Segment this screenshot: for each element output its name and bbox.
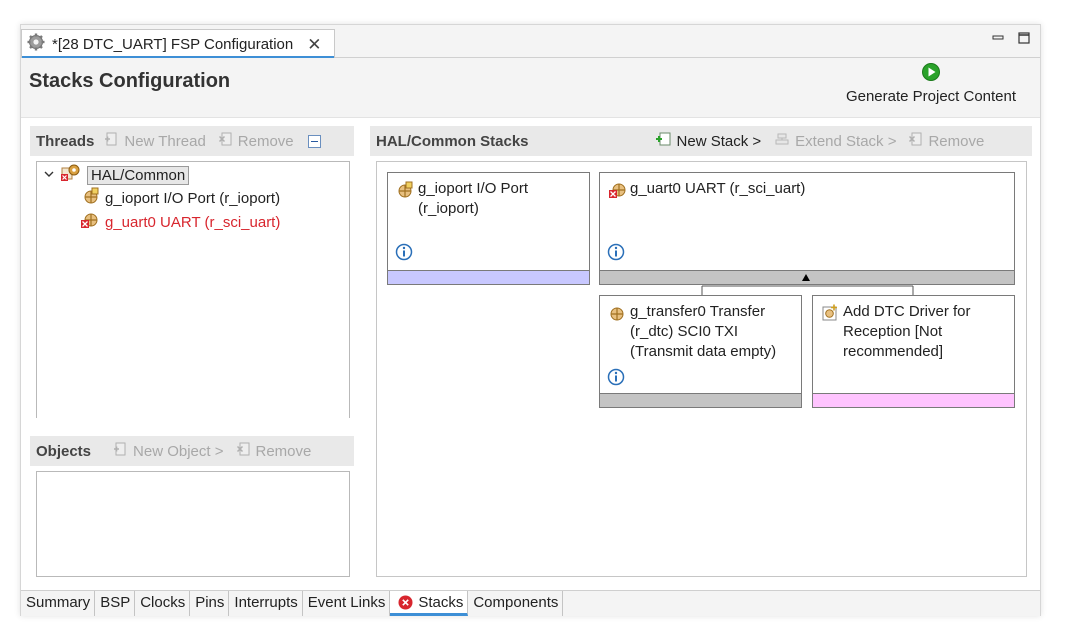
bottom-tab-bar: Summary BSP Clocks Pins Interrupts Event… bbox=[21, 590, 1040, 616]
module-error-icon bbox=[80, 211, 100, 233]
remove-thread-button[interactable]: Remove bbox=[218, 131, 294, 151]
tree-item-uart[interactable]: g_uart0 UART (r_sci_uart) bbox=[80, 211, 280, 233]
new-object-button[interactable]: New Object > bbox=[113, 441, 224, 461]
new-thread-button[interactable]: New Thread bbox=[104, 131, 206, 151]
stack-block-transfer[interactable]: g_transfer0 Transfer (r_dtc) SCI0 TXI (T… bbox=[599, 295, 802, 408]
generate-label: Generate Project Content bbox=[845, 88, 1017, 105]
block-status-bar[interactable] bbox=[600, 270, 1014, 284]
module-icon bbox=[396, 181, 414, 203]
gear-icon bbox=[26, 32, 46, 56]
fsp-configuration-window: *[28 DTC_UART] FSP Configuration ✕ Stack… bbox=[20, 24, 1041, 616]
block-name: Add DTC Driver for Reception [Not recomm… bbox=[843, 303, 971, 360]
remove-icon bbox=[236, 441, 252, 461]
block-status-bar bbox=[388, 270, 589, 284]
stacks-title: HAL/Common Stacks bbox=[376, 132, 529, 150]
editor-tab-bar: *[28 DTC_UART] FSP Configuration ✕ bbox=[21, 25, 1040, 59]
objects-toolbar: Objects New Object > Remove bbox=[30, 436, 354, 466]
tab-event-links[interactable]: Event Links bbox=[303, 591, 391, 616]
threads-tree: HAL/Common g_ioport I/O Port (r_ioport) bbox=[36, 161, 350, 418]
chevron-down-icon[interactable] bbox=[43, 167, 55, 184]
threads-toolbar: Threads New Thread Remove bbox=[30, 126, 354, 156]
tab-bsp[interactable]: BSP bbox=[95, 591, 136, 616]
page-title: Stacks Configuration bbox=[29, 70, 231, 92]
tab-pins[interactable]: Pins bbox=[190, 591, 230, 616]
page-header: Stacks Configuration Generate Project Co… bbox=[21, 58, 1040, 118]
collapse-triangle-icon[interactable] bbox=[801, 273, 811, 282]
objects-title: Objects bbox=[36, 442, 92, 460]
tree-item-label: g_uart0 UART (r_sci_uart) bbox=[105, 213, 281, 231]
module-icon bbox=[608, 304, 626, 326]
module-icon bbox=[82, 187, 100, 209]
tree-item-label: g_ioport I/O Port (r_ioport) bbox=[105, 189, 281, 207]
tab-summary[interactable]: Summary bbox=[21, 591, 96, 616]
stacks-canvas: g_ioport I/O Port (r_ioport) g_uart0 UAR… bbox=[376, 161, 1027, 577]
window-controls bbox=[992, 31, 1030, 47]
block-name: g_ioport I/O Port (r_ioport) bbox=[418, 180, 529, 217]
objects-list bbox=[36, 471, 350, 577]
new-stack-button[interactable]: New Stack > bbox=[655, 131, 761, 151]
block-status-bar bbox=[600, 393, 801, 407]
info-icon[interactable] bbox=[395, 243, 413, 265]
editor-tab-title: *[28 DTC_UART] FSP Configuration bbox=[52, 35, 294, 53]
threads-title: Threads bbox=[36, 132, 95, 150]
close-icon[interactable]: ✕ bbox=[307, 36, 321, 53]
block-name: g_uart0 UART (r_sci_uart) bbox=[630, 180, 806, 197]
collapse-all-icon[interactable] bbox=[307, 134, 321, 148]
tab-clocks[interactable]: Clocks bbox=[135, 591, 191, 616]
hal-common-icon bbox=[60, 163, 82, 187]
stack-block-uart[interactable]: g_uart0 UART (r_sci_uart) bbox=[599, 172, 1015, 285]
minimize-icon[interactable] bbox=[992, 31, 1004, 47]
remove-icon bbox=[908, 131, 924, 151]
add-object-icon bbox=[113, 441, 129, 461]
extend-stack-button[interactable]: Extend Stack > bbox=[773, 131, 896, 151]
module-error-icon bbox=[608, 181, 628, 203]
tab-interrupts[interactable]: Interrupts bbox=[229, 591, 303, 616]
tree-root-hal-common[interactable]: HAL/Common bbox=[43, 163, 190, 187]
stacks-toolbar: HAL/Common Stacks New Stack > Extend Sta… bbox=[370, 126, 1032, 156]
play-icon bbox=[836, 62, 1026, 86]
tab-stacks[interactable]: Stacks bbox=[390, 591, 469, 616]
block-name: g_transfer0 Transfer (r_dtc) SCI0 TXI (T… bbox=[630, 303, 777, 360]
remove-object-button[interactable]: Remove bbox=[236, 441, 311, 461]
tree-root-label: HAL/Common bbox=[87, 165, 190, 185]
info-icon[interactable] bbox=[607, 243, 625, 265]
new-stack-icon bbox=[655, 131, 673, 151]
add-thread-icon bbox=[104, 131, 120, 151]
remove-stack-button[interactable]: Remove bbox=[908, 131, 984, 151]
remove-icon bbox=[218, 131, 234, 151]
generate-project-content-button[interactable]: Generate Project Content bbox=[836, 62, 1026, 105]
block-status-bar bbox=[813, 393, 1014, 407]
stack-block-add-dtc-reception[interactable]: Add DTC Driver for Reception [Not recomm… bbox=[812, 295, 1015, 408]
error-icon bbox=[398, 594, 413, 614]
stack-block-ioport[interactable]: g_ioport I/O Port (r_ioport) bbox=[387, 172, 590, 285]
tab-components[interactable]: Components bbox=[468, 591, 564, 616]
maximize-icon[interactable] bbox=[1018, 31, 1030, 47]
add-module-icon bbox=[821, 304, 841, 326]
info-icon[interactable] bbox=[607, 368, 625, 390]
extend-stack-icon bbox=[773, 131, 791, 151]
editor-tab[interactable]: *[28 DTC_UART] FSP Configuration ✕ bbox=[21, 29, 335, 59]
tree-item-ioport[interactable]: g_ioport I/O Port (r_ioport) bbox=[82, 187, 280, 209]
